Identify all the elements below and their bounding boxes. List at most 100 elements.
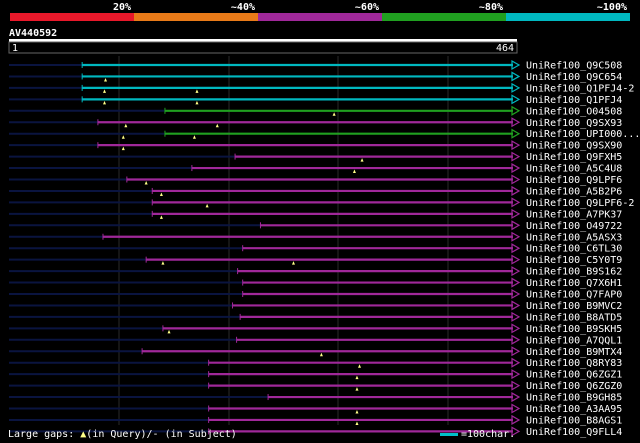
ruler-start-label: 1 — [12, 43, 18, 54]
hit-label[interactable]: UniRef100_B8AGS1 — [526, 415, 622, 426]
query-gap-marker — [355, 375, 359, 380]
hit-label[interactable]: UniRef100_Q9SX93 — [526, 118, 622, 129]
hit-row[interactable]: UniRef100_A7PK37 — [9, 208, 622, 220]
hit-row[interactable]: UniRef100_Q9SX93 — [9, 117, 622, 129]
hit-row[interactable]: UniRef100_Q6ZGZ1 — [9, 369, 622, 381]
hit-label[interactable]: UniRef100_Q9C508 — [526, 61, 622, 72]
query-gap-marker — [358, 364, 362, 368]
hit-row[interactable]: UniRef100_Q6ZGZ0 — [9, 380, 622, 392]
identity-scale-segment — [10, 13, 134, 21]
query-gap-marker — [124, 123, 128, 128]
gap-legend-subject: - (in Subject) — [152, 429, 237, 440]
query-gap-marker — [205, 203, 209, 208]
identity-scale-labels: 20% ~40% ~60% ~80% ~100% — [113, 2, 627, 13]
hit-label[interactable]: UniRef100_A5C4U8 — [526, 164, 622, 175]
hit-label[interactable]: UniRef100_Q8RY83 — [526, 358, 622, 369]
hit-label[interactable]: UniRef100_UPI000... — [526, 129, 640, 140]
hit-row[interactable]: UniRef100_B9GH85 — [9, 392, 622, 404]
hit-row[interactable]: UniRef100_O04508 — [9, 105, 622, 117]
query-gap-marker — [144, 181, 148, 185]
hit-row[interactable]: UniRef100_Q9LPF6 — [9, 174, 622, 186]
hit-label[interactable]: UniRef100_B9S162 — [526, 267, 622, 278]
hit-row[interactable]: UniRef100_B9SKH5 — [9, 323, 622, 335]
hit-label[interactable]: UniRef100_O49722 — [526, 221, 622, 232]
identity-scale-label: ~60% — [355, 2, 379, 13]
hit-label[interactable]: UniRef100_C6TL30 — [526, 244, 622, 255]
hit-label[interactable]: UniRef100_B9MVC2 — [526, 301, 622, 312]
hit-label[interactable]: UniRef100_Q6ZGZ1 — [526, 370, 622, 381]
hit-label[interactable]: UniRef100_Q6ZGZ0 — [526, 381, 622, 392]
hit-row[interactable]: UniRef100_A3AA95 — [9, 403, 622, 415]
identity-scale-segment — [382, 13, 506, 21]
hit-label[interactable]: UniRef100_B9MTX4 — [526, 347, 622, 358]
hit-row[interactable]: UniRef100_Q8RY83 — [9, 357, 622, 369]
identity-scale-label: 20% — [113, 2, 131, 13]
alignment-end-arrow — [511, 220, 521, 231]
alignment-end-arrow — [511, 208, 521, 219]
alignment-end-arrow — [511, 288, 521, 300]
identity-scale-segment — [258, 13, 382, 21]
hit-label[interactable]: UniRef100_A7QQL1 — [526, 335, 622, 346]
hit-label[interactable]: UniRef100_Q9LPF6 — [526, 175, 622, 186]
alignment-end-arrow — [511, 197, 521, 208]
hit-row[interactable]: UniRef100_Q9FXH5 — [9, 151, 622, 163]
hit-row[interactable]: UniRef100_A5C4U8 — [9, 163, 622, 175]
hit-row[interactable]: UniRef100_Q7FAP0 — [9, 288, 622, 301]
hit-label[interactable]: UniRef100_A5ASX3 — [526, 232, 622, 243]
alignment-end-arrow — [511, 414, 521, 425]
alignment-end-arrow — [511, 357, 521, 368]
hit-label[interactable]: UniRef100_B8ATD5 — [526, 312, 622, 323]
alignment-end-arrow — [511, 403, 521, 414]
hit-row[interactable]: UniRef100_Q7X6H1 — [9, 277, 622, 289]
hit-label[interactable]: UniRef100_Q7FAP0 — [526, 290, 622, 301]
hit-row[interactable]: UniRef100_Q1PFJ4-2 — [9, 82, 634, 94]
hit-label[interactable]: UniRef100_Q9FXH5 — [526, 152, 622, 163]
hit-row[interactable]: UniRef100_A5B2P6 — [9, 185, 622, 197]
query-gap-marker — [355, 387, 359, 391]
hit-label[interactable]: UniRef100_Q9SX90 — [526, 141, 622, 152]
hit-row[interactable]: UniRef100_C5Y0T9 — [9, 254, 622, 266]
hit-row[interactable]: UniRef100_A7QQL1 — [9, 334, 622, 346]
hit-row[interactable]: UniRef100_Q9LPF6-2 — [9, 197, 634, 209]
hit-row[interactable]: UniRef100_Q9SX90 — [9, 140, 622, 152]
query-gap-marker — [167, 329, 171, 334]
hit-row[interactable]: UniRef100_A5ASX3 — [9, 231, 622, 243]
query-gap-marker — [360, 158, 364, 162]
hit-label[interactable]: UniRef100_Q1PFJ4-2 — [526, 83, 634, 94]
identity-scale-segment — [506, 13, 630, 21]
hit-label[interactable]: UniRef100_Q9C654 — [526, 72, 622, 83]
hit-label[interactable]: UniRef100_A3AA95 — [526, 404, 622, 415]
hit-row[interactable]: UniRef100_O49722 — [9, 220, 622, 232]
identity-scale-label: ~80% — [479, 2, 503, 13]
hit-row[interactable]: UniRef100_B9MTX4 — [9, 346, 622, 358]
hit-label[interactable]: UniRef100_Q9FLL4 — [526, 427, 622, 438]
hit-row[interactable]: UniRef100_B8ATD5 — [9, 311, 622, 323]
hit-label[interactable]: UniRef100_Q1PFJ4 — [526, 95, 622, 106]
query-gap-marker — [332, 112, 336, 116]
alignment-end-arrow — [511, 128, 521, 139]
hit-row[interactable]: UniRef100_Q9C508 — [9, 59, 622, 72]
hit-label[interactable]: UniRef100_C5Y0T9 — [526, 255, 622, 266]
alignment-end-arrow — [511, 140, 521, 151]
hit-label[interactable]: UniRef100_A5B2P6 — [526, 186, 622, 197]
alignment-end-arrow — [511, 369, 521, 380]
hit-row[interactable]: UniRef100_UPI000... — [9, 128, 640, 140]
hit-row[interactable]: UniRef100_B9S162 — [9, 266, 622, 278]
hit-row[interactable]: UniRef100_C6TL30 — [9, 243, 622, 255]
alignment-end-arrow — [511, 277, 521, 288]
hit-label[interactable]: UniRef100_B9SKH5 — [526, 324, 622, 335]
hit-label[interactable]: UniRef100_B9GH85 — [526, 393, 622, 404]
hit-label[interactable]: UniRef100_A7PK37 — [526, 209, 622, 220]
hit-row[interactable]: UniRef100_Q9C654 — [9, 71, 622, 83]
query-gap-marker — [161, 261, 165, 265]
hit-label[interactable]: UniRef100_Q9LPF6-2 — [526, 198, 634, 209]
query-gap-marker — [103, 89, 107, 93]
hit-row[interactable]: UniRef100_Q1PFJ4 — [9, 94, 622, 106]
alignment-end-arrow — [511, 254, 521, 265]
query-gap-marker — [104, 77, 108, 82]
hit-row[interactable]: UniRef100_B9MVC2 — [9, 300, 622, 312]
hit-label[interactable]: UniRef100_Q7X6H1 — [526, 278, 622, 289]
hit-label[interactable]: UniRef100_O04508 — [526, 106, 622, 117]
query-gap-marker — [319, 352, 323, 357]
hit-row[interactable]: UniRef100_B8AGS1 — [9, 414, 622, 426]
